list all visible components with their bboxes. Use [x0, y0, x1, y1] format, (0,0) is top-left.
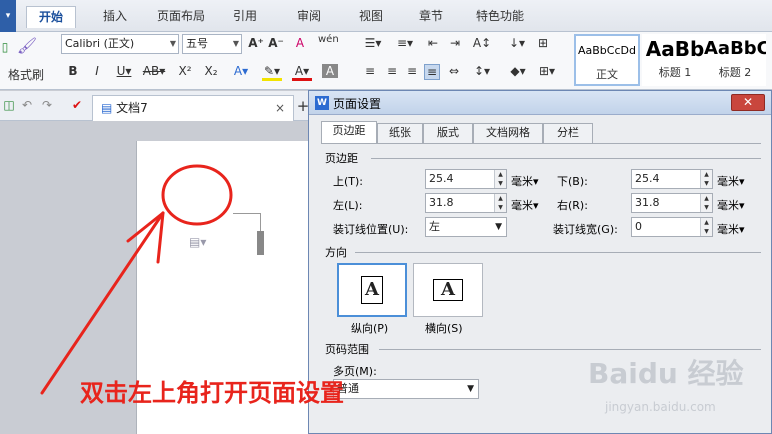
page-range-section-label: 页码范围: [325, 343, 369, 356]
landscape-label: 横向(S): [425, 322, 463, 335]
landscape-option[interactable]: A: [413, 263, 483, 317]
unit-text: 毫米: [717, 199, 739, 212]
unit-text: 毫米: [717, 175, 739, 188]
gutter-width-input[interactable]: 0 ▲ ▼: [631, 217, 713, 237]
left-margin-value: 31.8: [429, 196, 454, 209]
portrait-option[interactable]: A: [337, 263, 407, 317]
multiple-pages-select[interactable]: 普通 ▼: [333, 379, 479, 399]
gutter-width-value: 0: [635, 220, 642, 233]
margins-section-label: 页边距: [325, 152, 358, 165]
tab-margins[interactable]: 页边距: [321, 121, 377, 144]
right-margin-label: 右(R):: [557, 199, 588, 212]
unit-text: 毫米: [717, 223, 739, 236]
spin-arrows-icon[interactable]: ▲ ▼: [700, 194, 712, 212]
left-margin-unit[interactable]: 毫米▾: [511, 197, 539, 213]
top-margin-input[interactable]: 25.4 ▲ ▼: [425, 169, 507, 189]
wps-writer-icon: W: [315, 96, 329, 110]
landscape-page-icon: A: [433, 279, 463, 301]
chevron-down-icon: ▼: [495, 222, 502, 232]
dialog-titlebar[interactable]: W 页面设置 ✕: [309, 91, 771, 115]
left-margin-input[interactable]: 31.8 ▲ ▼: [425, 193, 507, 213]
top-margin-label: 上(T):: [333, 175, 364, 188]
tab-document-grid[interactable]: 文档网格: [473, 123, 543, 143]
unit-text: 毫米: [511, 175, 533, 188]
gutter-position-label: 装订线位置(U):: [333, 223, 409, 236]
portrait-label: 纵向(P): [351, 322, 389, 335]
bottom-margin-value: 25.4: [635, 172, 660, 185]
right-margin-value: 31.8: [635, 196, 660, 209]
dialog-title: 页面设置: [333, 97, 382, 111]
bottom-margin-unit[interactable]: 毫米▾: [717, 173, 745, 189]
spin-arrows-icon[interactable]: ▲ ▼: [700, 218, 712, 236]
close-button[interactable]: ✕: [731, 94, 765, 111]
spin-arrows-icon[interactable]: ▲ ▼: [494, 194, 506, 212]
spin-arrows-icon[interactable]: ▲ ▼: [494, 170, 506, 188]
baidu-watermark: Baidu 经验: [588, 357, 744, 390]
bottom-margin-label: 下(B):: [557, 175, 588, 188]
baidu-watermark-url: jingyan.baidu.com: [605, 400, 716, 414]
right-margin-unit[interactable]: 毫米▾: [717, 197, 745, 213]
orientation-section-label: 方向: [325, 246, 347, 259]
gutter-position-value: 左: [429, 220, 440, 233]
gutter-position-select[interactable]: 左 ▼: [425, 217, 507, 237]
bottom-margin-input[interactable]: 25.4 ▲ ▼: [631, 169, 713, 189]
annotation-circle: [161, 164, 233, 226]
section-divider: [379, 349, 761, 350]
tab-layout[interactable]: 版式: [423, 123, 473, 143]
top-margin-unit[interactable]: 毫米▾: [511, 173, 539, 189]
section-divider: [355, 252, 761, 253]
chevron-down-icon: ▼: [467, 384, 474, 394]
portrait-page-icon: A: [361, 276, 383, 304]
tab-paper[interactable]: 纸张: [377, 123, 423, 143]
spin-arrows-icon[interactable]: ▲ ▼: [700, 170, 712, 188]
top-margin-value: 25.4: [429, 172, 454, 185]
right-margin-input[interactable]: 31.8 ▲ ▼: [631, 193, 713, 213]
unit-text: 毫米: [511, 199, 533, 212]
gutter-width-unit[interactable]: 毫米▾: [717, 221, 745, 237]
annotation-caption: 双击左上角打开页面设置: [80, 379, 344, 407]
gutter-width-label: 装订线宽(G):: [553, 223, 618, 236]
left-margin-label: 左(L):: [333, 199, 363, 212]
tab-columns[interactable]: 分栏: [543, 123, 593, 143]
section-divider: [371, 158, 761, 159]
annotation-arrow-line: [40, 211, 165, 395]
